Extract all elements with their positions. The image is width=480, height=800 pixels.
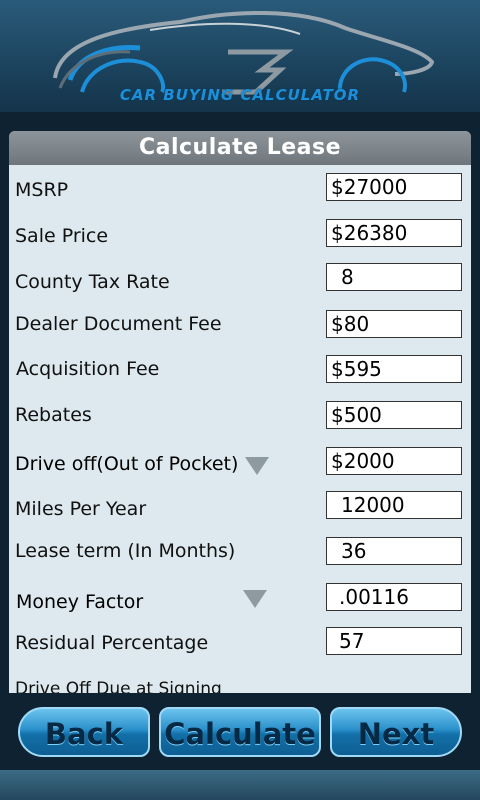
- msrp-input[interactable]: [326, 173, 462, 201]
- county-tax-rate-input[interactable]: [326, 263, 462, 291]
- county-tax-rate-label: County Tax Rate: [15, 271, 170, 293]
- drive-off-input[interactable]: [326, 447, 462, 475]
- app-title: CAR BUYING CALCULATOR: [119, 86, 361, 104]
- field-row-msrp: MSRP: [9, 171, 471, 211]
- calculate-button[interactable]: Calculate: [159, 707, 321, 757]
- acquisition-fee-input[interactable]: [326, 355, 462, 383]
- money-factor-dropdown-icon[interactable]: [243, 590, 267, 608]
- drive-off-due-label: Drive Off Due at Signing: [15, 679, 222, 693]
- residual-percentage-input[interactable]: [326, 627, 462, 655]
- field-row-county-tax-rate: County Tax Rate: [9, 263, 471, 303]
- lease-form-panel: Calculate Lease MSRP Sale Price County T…: [9, 131, 471, 693]
- lease-term-label: Lease term (In Months): [15, 540, 236, 562]
- field-row-dealer-document-fee: Dealer Document Fee: [9, 308, 471, 348]
- money-factor-input[interactable]: [326, 583, 462, 611]
- field-row-money-factor: Money Factor: [9, 582, 471, 622]
- field-row-rebates: Rebates: [9, 399, 471, 439]
- app-header: CAR BUYING CALCULATOR: [0, 0, 480, 112]
- drive-off-label: Drive off(Out of Pocket): [15, 453, 239, 475]
- residual-percentage-label: Residual Percentage: [15, 632, 209, 654]
- field-row-lease-term: Lease term (In Months): [9, 535, 471, 575]
- drive-off-dropdown-icon[interactable]: [245, 457, 269, 475]
- sale-price-input[interactable]: [326, 219, 462, 247]
- footer-bar: [0, 770, 480, 800]
- field-row-acquisition-fee: Acquisition Fee: [9, 353, 471, 393]
- miles-per-year-input[interactable]: [326, 491, 462, 519]
- next-button[interactable]: Next: [330, 707, 462, 757]
- field-row-sale-price: Sale Price: [9, 217, 471, 257]
- field-row-miles-per-year: Miles Per Year: [9, 490, 471, 530]
- acquisition-fee-label: Acquisition Fee: [16, 358, 160, 380]
- miles-per-year-label: Miles Per Year: [15, 498, 147, 520]
- money-factor-label: Money Factor: [16, 591, 144, 613]
- rebates-input[interactable]: [326, 401, 462, 429]
- field-row-drive-off: Drive off(Out of Pocket): [9, 445, 471, 485]
- lease-term-input[interactable]: [326, 537, 462, 565]
- back-button[interactable]: Back: [18, 707, 150, 757]
- dealer-document-fee-input[interactable]: [326, 310, 462, 338]
- sale-price-label: Sale Price: [15, 225, 109, 247]
- rebates-label: Rebates: [15, 404, 92, 426]
- field-row-residual-percentage: Residual Percentage: [9, 627, 471, 667]
- msrp-label: MSRP: [15, 179, 69, 201]
- dealer-document-fee-label: Dealer Document Fee: [15, 313, 222, 335]
- panel-title: Calculate Lease: [9, 131, 471, 165]
